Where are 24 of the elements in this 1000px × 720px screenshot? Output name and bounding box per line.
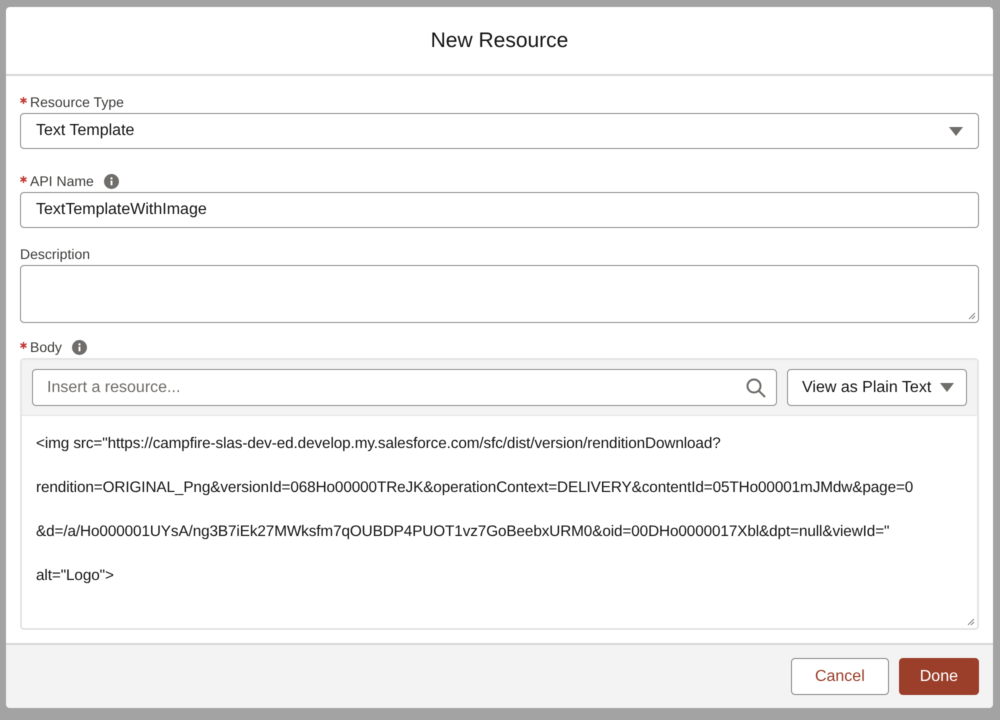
resource-type-select[interactable]: Text Template	[20, 113, 979, 149]
done-button[interactable]: Done	[898, 658, 979, 695]
body-text-line: rendition=ORIGINAL_Png&versionId=068Ho00000TReJK&operationContext=DELIVERY&contentId=05THo00001mJMdw&page=0	[36, 478, 914, 498]
description-field[interactable]	[20, 265, 979, 323]
field-label: Body	[20, 339, 62, 355]
caret-icon	[940, 383, 954, 392]
info-icon[interactable]	[104, 174, 119, 188]
body-text-line: alt="Logo">	[36, 566, 115, 586]
field-label: Resource Type	[20, 94, 124, 110]
view-mode-select[interactable]: View as Plain Text	[787, 369, 967, 406]
field-label: Description	[20, 246, 90, 262]
api-name-field[interactable]: TextTemplateWithImage	[20, 192, 979, 228]
body-text-line: &d=/a/Ho000001UYsA/ng3B7iEk27MWksfm7qOUBDP4PUOT1vz7GoBeebxURM0&oid=00DHo0000017Xbl&dpt=null&viewId="	[36, 522, 890, 542]
caret-icon	[949, 126, 963, 136]
cancel-button[interactable]: Cancel	[790, 658, 889, 695]
dialog-title: New Resource	[430, 28, 568, 52]
field-label: API Name	[20, 173, 94, 189]
body-editor[interactable]	[20, 358, 979, 630]
resize-handle-icon[interactable]	[968, 312, 976, 320]
body-text-line: <img src="https://campfire-slas-dev-ed.develop.my.salesforce.com/sfc/dist/version/renditionDownload?	[36, 434, 722, 454]
resize-handle-icon[interactable]	[967, 618, 975, 626]
info-icon[interactable]	[72, 340, 87, 354]
search-icon	[746, 378, 766, 398]
resource-search-field[interactable]: Insert a resource...	[32, 369, 777, 406]
